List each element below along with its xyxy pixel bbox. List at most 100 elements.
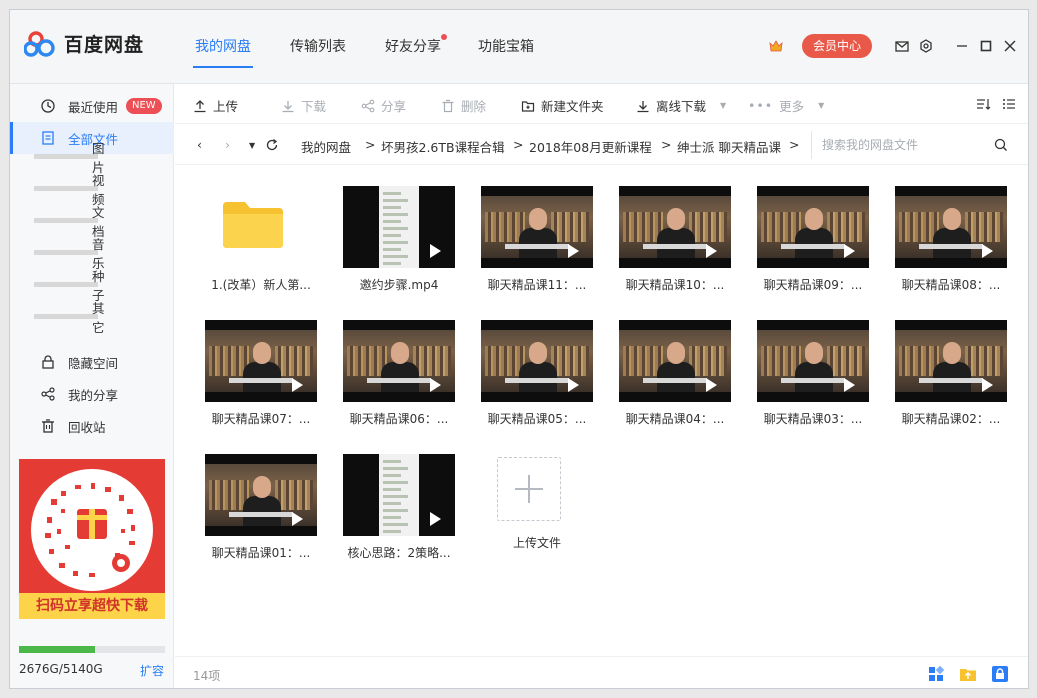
clock-icon bbox=[41, 99, 55, 113]
file-tile[interactable]: 核心思路：2策略... bbox=[333, 444, 465, 564]
tab-friend-share-label: 好友分享 bbox=[385, 39, 441, 55]
file-name: 聊天精品课11：... bbox=[487, 278, 587, 292]
offline-download-button[interactable]: 离线下载 ▼ bbox=[636, 96, 726, 115]
play-icon bbox=[292, 512, 303, 526]
upload-dropzone[interactable] bbox=[497, 457, 561, 521]
forward-icon[interactable]: › bbox=[225, 137, 230, 152]
file-tile[interactable]: 聊天精品课05：... bbox=[471, 310, 603, 430]
document-icon bbox=[42, 131, 54, 145]
file-tile[interactable]: 聊天精品课04：... bbox=[609, 310, 741, 430]
new-folder-icon bbox=[521, 100, 535, 112]
sidebar-item-recycle-bin[interactable]: 回收站 bbox=[10, 410, 174, 442]
sidebar-item-my-shares[interactable]: 我的分享 bbox=[10, 378, 174, 410]
new-folder-label: 新建文件夹 bbox=[541, 99, 604, 114]
file-name: 1.(改革）新人第... bbox=[211, 278, 311, 292]
upload-folder-icon[interactable] bbox=[959, 665, 977, 683]
list-view-icon[interactable] bbox=[1001, 96, 1017, 112]
chat-screenshot bbox=[379, 186, 419, 268]
upload-file-tile[interactable]: 上传文件 bbox=[471, 444, 603, 564]
file-name: 聊天精品课10：... bbox=[625, 278, 725, 292]
file-grid: 1.(改革）新人第... 邀约步骤.mp4 聊天精品课11：... 聊天精品课10：.… bbox=[175, 166, 1028, 656]
promo-banner[interactable]: 扫码立享超快下载 bbox=[19, 459, 165, 619]
file-tile[interactable]: 聊天精品课11：... bbox=[471, 176, 603, 296]
new-badge: NEW bbox=[126, 98, 162, 114]
safe-box-icon[interactable] bbox=[991, 665, 1009, 683]
sidebar-item-docs[interactable]: 文档 bbox=[34, 205, 105, 239]
delete-label: 删除 bbox=[461, 99, 487, 114]
download-button[interactable]: 下载 bbox=[281, 96, 326, 115]
file-tile[interactable]: 邀约步骤.mp4 bbox=[333, 176, 465, 296]
play-icon bbox=[568, 378, 579, 392]
file-tile[interactable]: 聊天精品课08：... bbox=[885, 176, 1017, 296]
search-input[interactable] bbox=[822, 135, 992, 155]
sidebar-item-recent[interactable]: 最近使用 NEW bbox=[10, 90, 174, 122]
grid-view-icon[interactable] bbox=[927, 665, 945, 683]
search-icon[interactable] bbox=[994, 138, 1008, 152]
upload-label: 上传 bbox=[213, 99, 239, 114]
file-tile[interactable]: 聊天精品课03：... bbox=[747, 310, 879, 430]
tab-toolbox[interactable]: 功能宝箱 bbox=[478, 36, 534, 68]
share-button[interactable]: 分享 bbox=[361, 96, 406, 115]
file-tile[interactable]: 聊天精品课09：... bbox=[747, 176, 879, 296]
upload-button[interactable]: 上传 bbox=[193, 96, 238, 115]
sidebar-item-music[interactable]: 音乐 bbox=[34, 237, 105, 271]
refresh-icon[interactable] bbox=[265, 138, 279, 152]
play-icon bbox=[292, 378, 303, 392]
sidebar-item-label: 隐藏空间 bbox=[68, 355, 119, 371]
play-icon bbox=[430, 378, 441, 392]
tab-my-drive[interactable]: 我的网盘 bbox=[193, 36, 253, 68]
share-icon bbox=[361, 99, 375, 112]
app-window: 百度网盘 我的网盘 传输列表 好友分享 功能宝箱 会员中心 最近使用 NEW 全… bbox=[9, 9, 1029, 689]
back-icon[interactable]: ‹ bbox=[197, 137, 202, 152]
minimize-icon[interactable] bbox=[954, 38, 970, 54]
offline-download-icon bbox=[637, 100, 649, 112]
play-icon bbox=[430, 244, 441, 258]
maximize-icon[interactable] bbox=[978, 38, 994, 54]
sidebar-item-label: 最近使用 bbox=[68, 99, 119, 115]
file-tile[interactable]: 1.(改革）新人第... bbox=[195, 176, 327, 296]
chat-screenshot bbox=[379, 454, 419, 536]
file-tile[interactable]: 聊天精品课10：... bbox=[609, 176, 741, 296]
delete-button[interactable]: 删除 bbox=[441, 96, 486, 115]
vip-crown-icon[interactable] bbox=[768, 38, 784, 54]
file-tile[interactable]: 聊天精品课01：... bbox=[195, 444, 327, 564]
more-button[interactable]: ••• 更多 ▼ bbox=[748, 96, 824, 115]
file-name: 聊天精品课01：... bbox=[211, 546, 311, 560]
sidebar-item-hidden-space[interactable]: 隐藏空间 bbox=[10, 346, 174, 378]
file-name: 聊天精品课02：... bbox=[901, 412, 1001, 426]
more-dots-icon: ••• bbox=[748, 98, 774, 113]
file-tile[interactable]: 聊天精品课07：... bbox=[195, 310, 327, 430]
video-thumbnail bbox=[757, 186, 869, 268]
sidebar-item-images[interactable]: 图片 bbox=[34, 141, 105, 175]
toolbar: 上传 下载 分享 删除 新建文件夹 离线下载 ▼ ••• 更多 ▼ bbox=[175, 84, 1028, 124]
sort-icon[interactable] bbox=[975, 96, 991, 112]
notification-dot bbox=[441, 34, 447, 40]
tab-friend-share[interactable]: 好友分享 bbox=[385, 34, 447, 68]
video-thumbnail bbox=[205, 454, 317, 536]
breadcrumb-separator: > bbox=[513, 137, 524, 152]
mail-icon[interactable] bbox=[894, 38, 910, 54]
lock-icon bbox=[42, 355, 54, 369]
file-name: 聊天精品课05：... bbox=[487, 412, 587, 426]
video-thumbnail bbox=[619, 320, 731, 402]
close-icon[interactable] bbox=[1002, 38, 1018, 54]
sidebar-item-torrents[interactable]: 种子 bbox=[34, 269, 105, 303]
file-tile[interactable]: 聊天精品课06：... bbox=[333, 310, 465, 430]
tab-transfers[interactable]: 传输列表 bbox=[290, 36, 346, 68]
new-folder-button[interactable]: 新建文件夹 bbox=[521, 96, 604, 115]
vip-center-button[interactable]: 会员中心 bbox=[802, 34, 872, 58]
settings-icon[interactable] bbox=[918, 38, 934, 54]
breadcrumb-root[interactable]: 我的网盘 bbox=[301, 137, 351, 156]
offline-download-label: 离线下载 bbox=[656, 99, 707, 114]
breadcrumb-item[interactable]: 坏男孩2.6TB课程合辑 bbox=[381, 137, 505, 156]
sidebar-item-videos[interactable]: 视频 bbox=[34, 173, 105, 207]
file-tile[interactable]: 聊天精品课02：... bbox=[885, 310, 1017, 430]
history-dropdown-icon[interactable]: ▼ bbox=[249, 141, 255, 150]
breadcrumb-item[interactable]: 2018年08月更新课程 bbox=[529, 137, 652, 156]
qr-code bbox=[31, 469, 153, 591]
folder-icon bbox=[223, 202, 283, 248]
sidebar-item-other[interactable]: 其它 bbox=[34, 301, 105, 335]
expand-storage-link[interactable]: 扩容 bbox=[140, 662, 164, 679]
breadcrumb-current[interactable]: 绅士派 聊天精品课 bbox=[677, 137, 781, 156]
play-icon bbox=[706, 378, 717, 392]
